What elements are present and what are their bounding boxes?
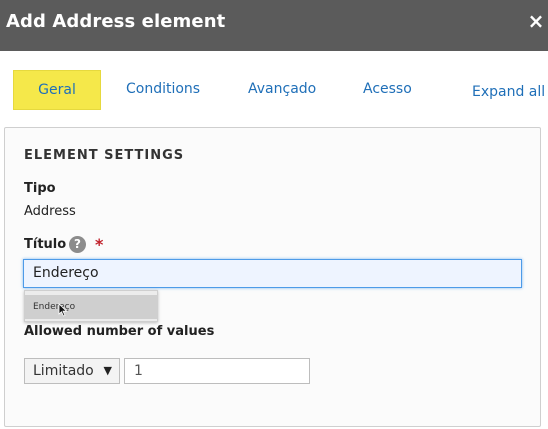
chevron-down-icon: ▼ (103, 364, 112, 377)
allowed-values-label: Allowed number of values (24, 324, 215, 339)
required-marker: * (95, 235, 104, 254)
tipo-value: Address (24, 204, 76, 219)
tipo-label: Tipo (24, 181, 56, 196)
titulo-label: Título (24, 237, 67, 252)
titulo-input[interactable]: Endereço (23, 259, 522, 288)
help-icon[interactable]: ? (69, 236, 86, 253)
mouse-cursor-icon (58, 303, 68, 317)
element-settings-panel: ELEMENT SETTINGS Tipo Address Título ? *… (4, 127, 541, 427)
limit-type-value: Limitado (33, 363, 94, 379)
autocomplete-option[interactable]: Endereço (25, 295, 157, 319)
tab-avancado[interactable]: Avançado (248, 81, 316, 97)
close-icon[interactable]: × (526, 8, 546, 34)
tab-geral[interactable]: Geral (13, 70, 101, 110)
limit-number-input[interactable]: 1 (124, 358, 310, 384)
autocomplete-dropdown: Endereço (24, 290, 158, 322)
expand-all-link[interactable]: Expand all (472, 84, 545, 100)
dialog-title: Add Address element (6, 11, 226, 32)
limit-type-select[interactable]: Limitado ▼ (24, 358, 120, 384)
section-title: ELEMENT SETTINGS (24, 148, 185, 163)
tab-acesso[interactable]: Acesso (363, 81, 412, 97)
tab-conditions[interactable]: Conditions (126, 81, 200, 97)
tab-bar: Geral Conditions Avançado Acesso Expand … (0, 51, 548, 123)
dialog-titlebar: Add Address element × (0, 0, 548, 51)
